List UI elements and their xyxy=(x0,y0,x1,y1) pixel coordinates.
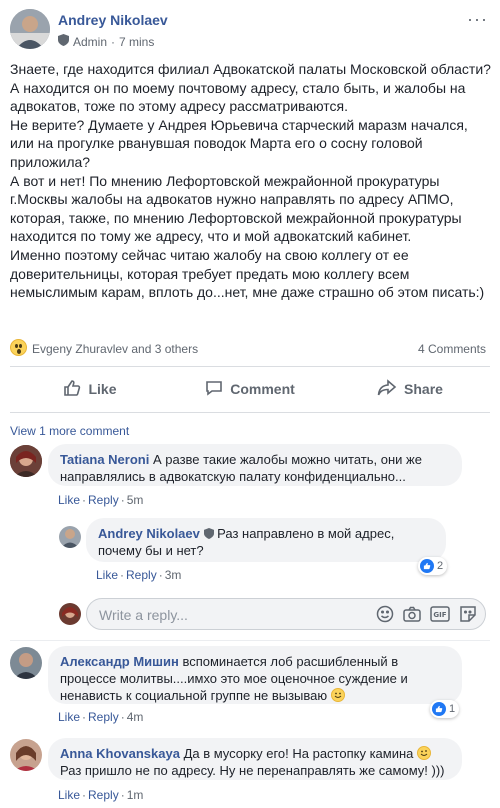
share-button[interactable]: Share xyxy=(330,374,490,404)
comment-actions: Like · Reply · 3m xyxy=(96,568,182,582)
shield-icon xyxy=(58,34,69,49)
comment-reaction-count[interactable]: 2 xyxy=(418,557,448,575)
divider xyxy=(10,640,490,641)
comment-bubble: Andrey Nikolaev Раз направлено в мой адр… xyxy=(86,518,446,562)
comment-reply-link[interactable]: Reply xyxy=(88,493,119,507)
comment-author[interactable]: Tatiana Neroni xyxy=(60,452,149,467)
post-paragraph: Не верите? Думаете у Андрея Юрьевича ста… xyxy=(10,116,468,170)
like-button[interactable]: Like xyxy=(10,374,170,404)
commenter-avatar[interactable] xyxy=(59,526,81,548)
post-body: Знаете, где находится филиал Адвокатской… xyxy=(10,60,492,302)
comment-text: процессе молитвы....имхо это мое оценочн… xyxy=(60,671,408,686)
comment-text: А разве такие жалобы можно читать, они ж… xyxy=(152,452,422,467)
like-badge-icon xyxy=(420,559,434,573)
camera-icon[interactable] xyxy=(403,606,421,627)
share-icon xyxy=(377,378,397,400)
sticker-icon[interactable] xyxy=(459,605,477,628)
post-paragraph: А вот и нет! По мнению Лефортовской межр… xyxy=(10,172,462,245)
post-time[interactable]: 7 mins xyxy=(119,35,154,49)
wow-reaction-icon[interactable] xyxy=(10,339,27,356)
comment-reply-link[interactable]: Reply xyxy=(88,710,119,724)
comment-text: почему бы и нет? xyxy=(98,543,204,558)
comment-author[interactable]: Andrey Nikolaev xyxy=(98,526,200,541)
comment-author[interactable]: Anna Khovanskaya xyxy=(60,746,180,761)
reply-placeholder: Write a reply... xyxy=(99,607,188,623)
comment-bubble: Anna Khovanskaya Да в мусорку его! На ра… xyxy=(48,738,462,780)
comment-like-link[interactable]: Like xyxy=(58,788,80,802)
comment-icon xyxy=(205,379,223,400)
view-more-comments-link[interactable]: View 1 more comment xyxy=(10,424,129,438)
shield-icon xyxy=(203,526,214,541)
post-actions: Like Comment Share xyxy=(10,374,490,404)
comment-author[interactable]: Александр Мишин xyxy=(60,654,179,669)
comment-text: направлялись в адвокатскую палату конфид… xyxy=(60,469,406,484)
comment-text: Раз пришло не по адресу. Ну не перенапра… xyxy=(60,763,445,778)
comment-reply-link[interactable]: Reply xyxy=(126,568,157,582)
like-count: 1 xyxy=(449,703,456,715)
comments-count[interactable]: 4 Comments xyxy=(418,342,486,356)
comment-text: Да в мусорку его! На растопку камина xyxy=(183,746,414,761)
comment-reply-link[interactable]: Reply xyxy=(88,788,119,802)
commenter-avatar[interactable] xyxy=(10,647,42,679)
comment-actions: Like · Reply · 5m xyxy=(58,493,144,507)
comment-time[interactable]: 5m xyxy=(127,493,144,507)
like-icon xyxy=(63,379,81,400)
comment-label: Comment xyxy=(230,381,295,397)
share-label: Share xyxy=(404,381,443,397)
reaction-names[interactable]: Evgeny Zhuravlev and 3 others xyxy=(32,342,198,356)
like-badge-icon xyxy=(432,702,446,716)
author-name[interactable]: Andrey Nikolaev xyxy=(58,12,168,28)
more-icon[interactable]: ··· xyxy=(467,9,488,30)
comment-button[interactable]: Comment xyxy=(170,374,330,404)
comment-like-link[interactable]: Like xyxy=(58,710,80,724)
comment-time[interactable]: 3m xyxy=(165,568,182,582)
post-paragraph: Именно поэтому сейчас читаю жалобу на св… xyxy=(10,246,485,301)
comment-time[interactable]: 1m xyxy=(127,788,144,802)
comment-actions: Like · Reply · 1m xyxy=(58,788,144,802)
meta-separator: · xyxy=(111,34,116,49)
my-avatar xyxy=(59,603,81,625)
comment-time[interactable]: 4m xyxy=(127,710,144,724)
svg-text:GIF: GIF xyxy=(433,611,446,619)
divider xyxy=(10,412,490,413)
comment-text: ненависть к социальной группе не вызываю xyxy=(60,688,328,703)
reactions-summary: Evgeny Zhuravlev and 3 others 4 Comments xyxy=(10,339,488,358)
comment-like-link[interactable]: Like xyxy=(58,493,80,507)
author-avatar[interactable] xyxy=(10,9,50,49)
divider xyxy=(10,366,490,367)
comment-text: вспоминается лоб расшибленный в xyxy=(182,654,399,669)
comment-bubble: Александр Мишин вспоминается лоб расшибл… xyxy=(48,646,462,704)
commenter-avatar[interactable] xyxy=(10,739,42,771)
commenter-avatar[interactable] xyxy=(10,445,42,477)
comment-like-link[interactable]: Like xyxy=(96,568,118,582)
post-paragraph: Знаете, где находится филиал Адвокатской… xyxy=(10,61,491,115)
comment-reaction-count[interactable]: 1 xyxy=(430,700,460,718)
smile-emoji-icon xyxy=(417,746,432,760)
reply-input[interactable]: Write a reply... GIF xyxy=(86,598,486,630)
like-count: 2 xyxy=(437,560,444,572)
post-meta: Admin · 7 mins xyxy=(58,34,154,49)
like-label: Like xyxy=(88,381,117,397)
smile-emoji-icon xyxy=(330,688,345,702)
post-header: Andrey Nikolaev Admin · 7 mins ··· xyxy=(10,9,490,51)
gif-icon[interactable]: GIF xyxy=(430,606,450,627)
comment-bubble: Tatiana Neroni А разве такие жалобы можн… xyxy=(48,444,462,486)
author-role: Admin xyxy=(73,34,108,49)
comment-text: Раз направлено в мой адрес, xyxy=(217,526,395,541)
comment-actions: Like · Reply · 4m xyxy=(58,710,144,724)
reply-tools: GIF xyxy=(376,605,477,628)
emoji-icon[interactable] xyxy=(376,605,394,628)
